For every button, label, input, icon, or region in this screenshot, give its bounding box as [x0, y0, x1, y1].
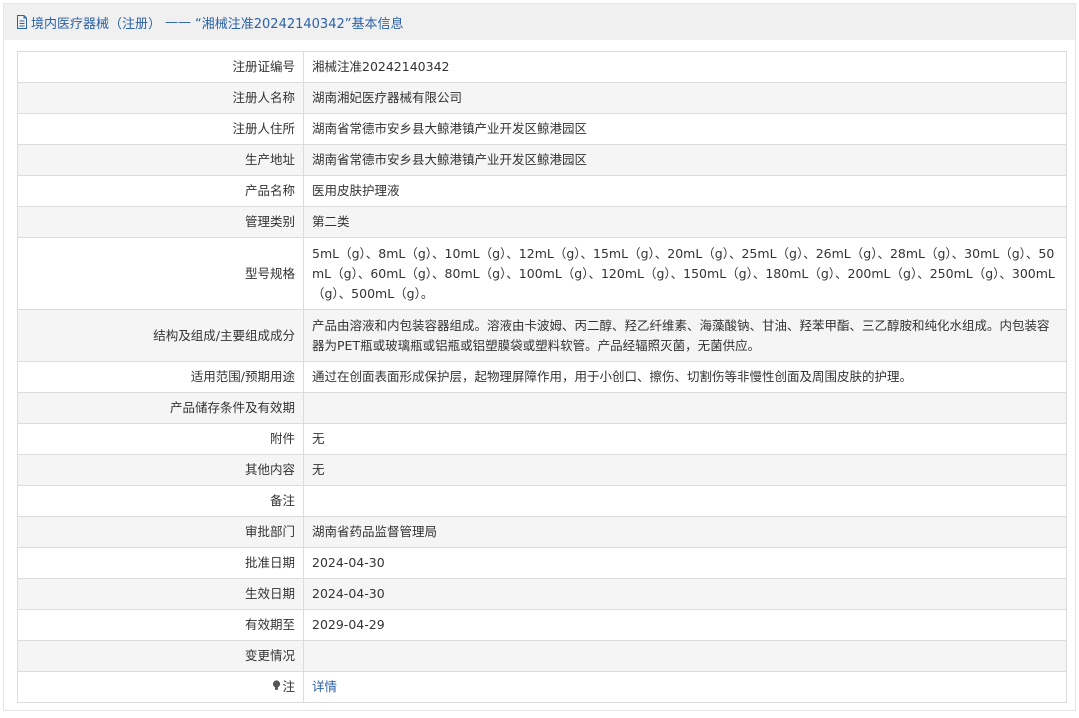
- table-row: 备注: [17, 485, 1067, 517]
- table-row: 批准日期 2024-04-30: [17, 547, 1067, 579]
- row-value: 第二类: [303, 206, 1067, 238]
- row-value: 无: [303, 454, 1067, 486]
- row-label: 管理类别: [17, 206, 304, 238]
- table-row: 生产地址 湖南省常德市安乡县大鲸港镇产业开发区鲸港园区: [17, 144, 1067, 176]
- row-value: 医用皮肤护理液: [303, 175, 1067, 207]
- table-row: 注册人名称 湖南湘妃医疗器械有限公司: [17, 82, 1067, 114]
- row-label: 其他内容: [17, 454, 304, 486]
- row-value: 无: [303, 423, 1067, 455]
- row-label: 附件: [17, 423, 304, 455]
- row-label: 有效期至: [17, 609, 304, 641]
- row-value: 湖南省常德市安乡县大鲸港镇产业开发区鲸港园区: [303, 113, 1067, 145]
- note-label-cell: 注: [17, 671, 304, 703]
- table-row: 附件 无: [17, 423, 1067, 455]
- row-label: 注册人住所: [17, 113, 304, 145]
- header-separator: ——: [165, 14, 192, 30]
- row-value: 湖南省药品监督管理局: [303, 516, 1067, 548]
- table-row: 注册证编号 湘械注准20242140342: [17, 51, 1067, 83]
- table-row: 注册人住所 湖南省常德市安乡县大鲸港镇产业开发区鲸港园区: [17, 113, 1067, 145]
- row-value: 5mL（g）、8mL（g）、10mL（g）、12mL（g）、15mL（g）、20…: [303, 237, 1067, 310]
- row-value: [303, 640, 1067, 672]
- document-icon: [16, 15, 28, 29]
- row-value: 湖南湘妃医疗器械有限公司: [303, 82, 1067, 114]
- row-label: 审批部门: [17, 516, 304, 548]
- row-value: 2024-04-30: [303, 578, 1067, 610]
- row-label: 生效日期: [17, 578, 304, 610]
- row-label: 注册证编号: [17, 51, 304, 83]
- table-row: 结构及组成/主要组成成分 产品由溶液和内包装容器组成。溶液由卡波姆、丙二醇、羟乙…: [17, 309, 1067, 362]
- row-label: 结构及组成/主要组成成分: [17, 309, 304, 362]
- details-link[interactable]: 详情: [312, 679, 337, 694]
- row-value: 湖南省常德市安乡县大鲸港镇产业开发区鲸港园区: [303, 144, 1067, 176]
- row-value: [303, 392, 1067, 424]
- row-label: 备注: [17, 485, 304, 517]
- row-label: 适用范围/预期用途: [17, 361, 304, 393]
- header-title: “湘械注准20242140342”基本信息: [195, 16, 404, 32]
- header-category: 境内医疗器械（注册）: [31, 16, 162, 32]
- row-value: [303, 485, 1067, 517]
- table-row: 审批部门 湖南省药品监督管理局: [17, 516, 1067, 548]
- info-table: 注册证编号 湘械注准20242140342 注册人名称 湖南湘妃医疗器械有限公司…: [17, 51, 1067, 703]
- table-row: 其他内容 无: [17, 454, 1067, 486]
- table-row: 产品储存条件及有效期: [17, 392, 1067, 424]
- bulb-icon: [272, 678, 281, 698]
- row-label: 型号规格: [17, 237, 304, 310]
- table-row: 管理类别 第二类: [17, 206, 1067, 238]
- row-label: 产品储存条件及有效期: [17, 392, 304, 424]
- row-value-cell: 详情: [303, 671, 1067, 703]
- row-label: 变更情况: [17, 640, 304, 672]
- panel-header: 境内医疗器械（注册） —— “湘械注准20242140342”基本信息: [4, 4, 1075, 40]
- row-value: 产品由溶液和内包装容器组成。溶液由卡波姆、丙二醇、羟乙纤维素、海藻酸钠、甘油、羟…: [303, 309, 1067, 362]
- row-value: 2024-04-30: [303, 547, 1067, 579]
- table-row: 适用范围/预期用途 通过在创面表面形成保护层，起物理屏障作用，用于小创口、擦伤、…: [17, 361, 1067, 393]
- table-row: 有效期至 2029-04-29: [17, 609, 1067, 641]
- table-row: 型号规格 5mL（g）、8mL（g）、10mL（g）、12mL（g）、15mL（…: [17, 237, 1067, 310]
- row-label: 注: [282, 678, 295, 694]
- table-row: 注 详情: [17, 671, 1067, 703]
- row-label: 批准日期: [17, 547, 304, 579]
- table-row: 变更情况: [17, 640, 1067, 672]
- row-value: 2029-04-29: [303, 609, 1067, 641]
- row-value: 湘械注准20242140342: [303, 51, 1067, 83]
- info-panel: 境内医疗器械（注册） —— “湘械注准20242140342”基本信息 注册证编…: [3, 3, 1076, 711]
- row-label: 产品名称: [17, 175, 304, 207]
- row-label: 生产地址: [17, 144, 304, 176]
- table-row: 产品名称 医用皮肤护理液: [17, 175, 1067, 207]
- row-label: 注册人名称: [17, 82, 304, 114]
- table-row: 生效日期 2024-04-30: [17, 578, 1067, 610]
- row-value: 通过在创面表面形成保护层，起物理屏障作用，用于小创口、擦伤、切割伤等非慢性创面及…: [303, 361, 1067, 393]
